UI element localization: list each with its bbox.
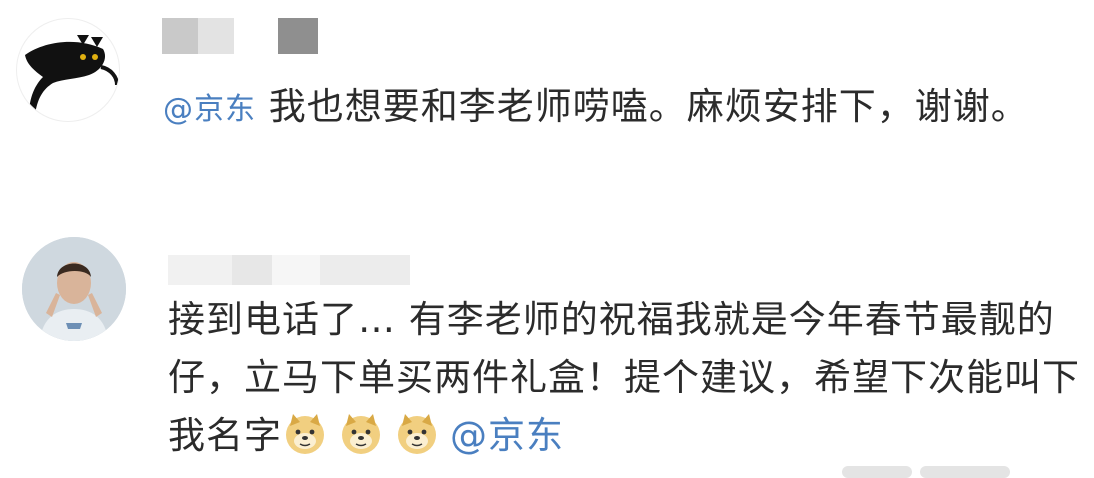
doge-icon [338, 410, 384, 456]
comment-item: 接到电话了… 有李老师的祝福我就是今年春节最靓的仔，立马下单买两件礼盒！提个建议… [0, 215, 1094, 478]
comment-text: @京东 我也想要和李老师唠嗑。麻烦安排下，谢谢。 [163, 78, 1063, 139]
comment-text: 接到电话了… 有李老师的祝福我就是今年春节最靓的仔，立马下单买两件礼盒！提个建议… [168, 291, 1083, 465]
doge-icon [394, 410, 440, 456]
avatar[interactable] [22, 237, 126, 341]
mention-link[interactable]: @京东 [450, 414, 564, 457]
username-blurred[interactable] [168, 255, 410, 285]
mention-link[interactable]: @京东 [163, 92, 256, 127]
avatar[interactable] [16, 18, 120, 122]
comment-item: @京东 我也想要和李老师唠嗑。麻烦安排下，谢谢。 [0, 0, 1094, 215]
doge-icon [282, 410, 328, 456]
comment-body: 我也想要和李老师唠嗑。麻烦安排下，谢谢。 [256, 85, 1029, 128]
username-blurred[interactable] [162, 18, 318, 54]
cropped-footer [842, 466, 1010, 478]
